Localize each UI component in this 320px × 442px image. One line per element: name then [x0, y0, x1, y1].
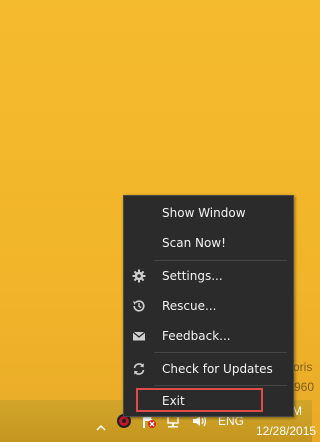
desktop-partial-text-2: 960	[294, 380, 315, 394]
menu-item-feedback[interactable]: Feedback...	[124, 323, 293, 349]
menu-item-show-window[interactable]: Show Window	[124, 200, 293, 226]
menu-item-label: Scan Now!	[162, 236, 226, 250]
history-icon	[132, 299, 146, 313]
gear-icon	[132, 269, 146, 283]
refresh-icon	[132, 362, 146, 376]
menu-item-check-for-updates[interactable]: Check for Updates	[124, 356, 293, 382]
tray-context-menu: Show Window Scan Now! Settings... Rescue…	[123, 195, 294, 417]
mail-icon	[132, 329, 146, 343]
menu-item-rescue[interactable]: Rescue...	[124, 293, 293, 319]
desktop-partial-text-1: oris	[293, 360, 313, 374]
chevron-up-icon[interactable]	[96, 417, 106, 431]
menu-item-label: Settings...	[162, 269, 223, 283]
menu-item-label: Feedback...	[162, 329, 231, 343]
menu-item-label: Show Window	[162, 206, 246, 220]
menu-item-label: Check for Updates	[162, 362, 273, 376]
menu-item-label: Rescue...	[162, 299, 217, 313]
menu-separator	[154, 260, 287, 261]
menu-separator	[154, 352, 287, 353]
menu-item-settings[interactable]: Settings...	[124, 263, 293, 289]
menu-separator	[154, 385, 287, 386]
menu-item-scan-now[interactable]: Scan Now!	[124, 230, 293, 256]
clock-date[interactable]: 12/28/2015	[256, 424, 316, 438]
exit-highlight-box	[136, 388, 263, 412]
